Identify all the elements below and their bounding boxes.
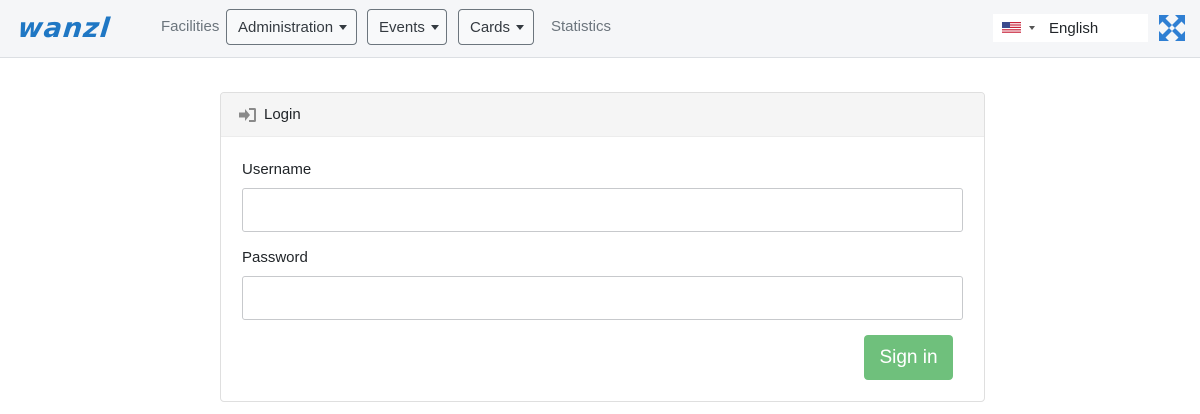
nav-administration-label: Administration	[238, 18, 334, 36]
login-card: Login Username Password Sign in	[220, 92, 985, 402]
top-navbar: wanzl Facilities Administration Events C…	[0, 0, 1200, 58]
nav-cards-label: Cards	[470, 18, 511, 36]
nav-administration-dropdown[interactable]: Administration	[226, 9, 357, 45]
login-title: Login	[264, 106, 301, 123]
caret-down-icon	[1029, 26, 1035, 30]
username-label: Username	[242, 161, 312, 178]
language-selector[interactable]: English	[993, 14, 1148, 42]
nav-statistics[interactable]: Statistics	[551, 18, 611, 36]
sign-in-icon	[239, 107, 256, 122]
nav-events-dropdown[interactable]: Events	[367, 9, 447, 45]
us-flag-icon	[1002, 22, 1021, 34]
nav-events-label: Events	[379, 18, 425, 36]
caret-down-icon	[339, 25, 348, 30]
username-input[interactable]	[242, 188, 963, 232]
sign-in-button[interactable]: Sign in	[864, 335, 953, 380]
caret-down-icon	[430, 25, 439, 30]
nav-facilities[interactable]: Facilities	[161, 18, 219, 36]
password-label: Password	[242, 249, 308, 266]
logo-text: wanzl	[16, 12, 112, 44]
wanzl-logo[interactable]: wanzl	[16, 12, 112, 44]
nav-cards-dropdown[interactable]: Cards	[458, 9, 534, 45]
password-input[interactable]	[242, 276, 963, 320]
language-label: English	[1049, 19, 1099, 37]
caret-down-icon	[516, 25, 525, 30]
login-card-header: Login	[221, 93, 984, 137]
expand-arrows-icon[interactable]	[1158, 14, 1186, 42]
